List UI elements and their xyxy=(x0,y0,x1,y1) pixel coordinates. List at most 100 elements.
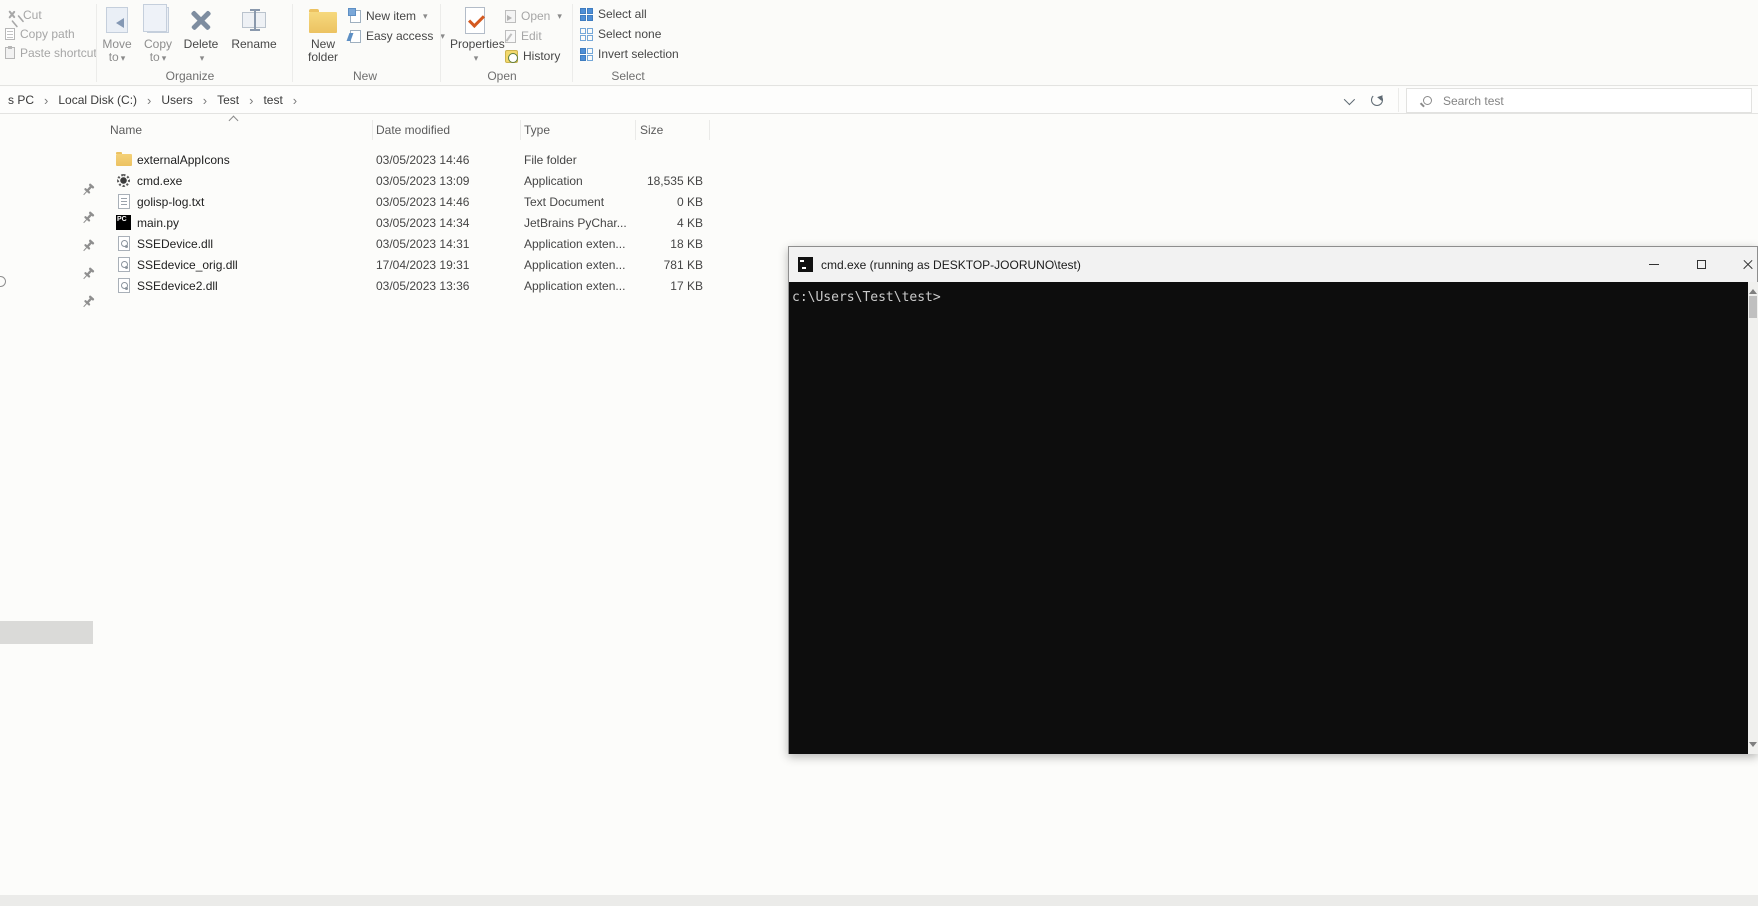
file-size: 4 KB xyxy=(676,216,703,230)
rename-label: Rename xyxy=(231,37,277,51)
minimize-button[interactable] xyxy=(1637,247,1671,282)
column-header-date-modified[interactable]: Date modified xyxy=(376,123,450,137)
breadcrumb-item[interactable]: Users xyxy=(155,93,198,107)
search-input[interactable]: Search test xyxy=(1406,88,1752,113)
delete-x-icon xyxy=(188,7,214,33)
gray-scrollbar-fragment[interactable] xyxy=(0,621,93,644)
dll-file-icon xyxy=(118,257,130,272)
column-divider[interactable] xyxy=(520,120,521,140)
copy-path-button[interactable]: Copy path xyxy=(5,26,75,42)
invert-selection-button[interactable]: Invert selection xyxy=(580,46,679,62)
file-row[interactable]: externalAppIcons 03/05/2023 14:46 File f… xyxy=(95,150,715,171)
edit-label: Edit xyxy=(521,29,542,43)
bottom-edge-strip xyxy=(0,895,1758,906)
breadcrumb-chevron-icon[interactable]: › xyxy=(42,93,50,108)
open-group-label: Open xyxy=(487,69,517,83)
history-button[interactable]: History xyxy=(505,48,560,64)
cmd-window-title: cmd.exe (running as DESKTOP-JOORUNO\test… xyxy=(821,257,1081,272)
console-output[interactable]: c:\Users\Test\test> xyxy=(789,282,1748,754)
scroll-up-icon[interactable] xyxy=(1749,285,1757,294)
easy-access-button[interactable]: Easy access ▾ xyxy=(350,28,445,44)
easy-access-icon xyxy=(350,29,361,43)
close-button[interactable] xyxy=(1731,247,1758,282)
address-band: s PC › Local Disk (C:) › Users › Test › test › Se… xyxy=(0,87,1758,114)
select-none-label: Select none xyxy=(598,27,662,41)
file-type: Application exten... xyxy=(524,258,626,272)
breadcrumb-chevron-icon[interactable]: › xyxy=(201,93,209,108)
refresh-icon[interactable] xyxy=(1371,94,1383,106)
chevron-down-icon: ▾ xyxy=(199,53,205,63)
chevron-down-icon: ▾ xyxy=(161,53,167,63)
select-all-label: Select all xyxy=(598,7,647,21)
breadcrumb-item[interactable]: test xyxy=(257,93,288,107)
file-row[interactable]: PC main.py 03/05/2023 14:34 JetBrains Py… xyxy=(95,213,715,234)
breadcrumb-chevron-icon[interactable]: › xyxy=(247,93,255,108)
open-button[interactable]: Open ▾ xyxy=(505,8,562,24)
move-to-icon xyxy=(106,7,128,33)
file-row[interactable]: SSEDevice.dll 03/05/2023 14:31 Applicati… xyxy=(95,234,715,255)
new-item-icon xyxy=(348,7,361,23)
file-date-modified: 17/04/2023 19:31 xyxy=(376,258,470,272)
breadcrumb-item[interactable]: s PC xyxy=(2,93,40,107)
search-icon xyxy=(1423,96,1432,105)
select-all-icon xyxy=(580,7,593,21)
chevron-down-icon: ▾ xyxy=(120,53,126,63)
cmd-window[interactable]: cmd.exe (running as DESKTOP-JOORUNO\test… xyxy=(788,246,1758,754)
console-scrollbar[interactable] xyxy=(1748,282,1758,754)
folder-file-icon xyxy=(116,152,132,166)
file-row[interactable]: golisp-log.txt 03/05/2023 14:46 Text Doc… xyxy=(95,192,715,213)
ribbon-group-separator xyxy=(572,4,573,82)
column-header-name[interactable]: Name xyxy=(110,123,142,137)
paste-shortcut-button[interactable]: Paste shortcut xyxy=(5,45,97,61)
new-item-button[interactable]: New item ▾ xyxy=(348,7,428,24)
ribbon-group-separator xyxy=(96,4,97,82)
move-to-label-2: to xyxy=(108,50,119,64)
new-group-label: New xyxy=(352,69,377,83)
invert-selection-label: Invert selection xyxy=(598,47,679,61)
chevron-down-icon: ▾ xyxy=(473,53,479,63)
file-row[interactable]: SSEdevice2.dll 03/05/2023 13:36 Applicat… xyxy=(95,276,715,297)
address-dropdown-chevron-icon[interactable] xyxy=(1343,93,1356,106)
invert-selection-icon xyxy=(580,47,593,61)
pin-icon xyxy=(80,210,96,226)
file-type: File folder xyxy=(524,153,577,167)
file-type: Application exten... xyxy=(524,237,626,251)
breadcrumb-chevron-icon[interactable]: › xyxy=(145,93,153,108)
file-row[interactable]: SSEdevice_orig.dll 17/04/2023 19:31 Appl… xyxy=(95,255,715,276)
file-date-modified: 03/05/2023 14:46 xyxy=(376,153,470,167)
scroll-down-icon[interactable] xyxy=(1749,742,1757,751)
maximize-button[interactable] xyxy=(1684,247,1718,282)
file-date-modified: 03/05/2023 14:46 xyxy=(376,195,470,209)
cut-button[interactable]: Cut xyxy=(5,7,42,23)
gear-file-icon xyxy=(117,174,130,187)
file-name: golisp-log.txt xyxy=(137,195,205,209)
file-name: externalAppIcons xyxy=(137,153,230,167)
column-divider[interactable] xyxy=(635,120,636,140)
select-none-button[interactable]: Select none xyxy=(580,26,661,42)
column-divider[interactable] xyxy=(372,120,373,140)
cut-label: Cut xyxy=(23,8,42,22)
file-date-modified: 03/05/2023 13:36 xyxy=(376,279,470,293)
close-icon xyxy=(1743,260,1753,270)
breadcrumb-chevron-icon[interactable]: › xyxy=(291,93,299,108)
move-to-button[interactable]: Move to ▾ xyxy=(98,4,136,65)
column-header-type[interactable]: Type xyxy=(524,123,550,137)
file-row[interactable]: cmd.exe 03/05/2023 13:09 Application 18,… xyxy=(95,171,715,192)
edit-button[interactable]: Edit xyxy=(505,28,542,44)
scrollbar-thumb[interactable] xyxy=(1749,296,1757,318)
new-folder-button[interactable]: New folder xyxy=(300,4,346,64)
select-all-button[interactable]: Select all xyxy=(580,6,647,22)
pycharm-file-icon: PC xyxy=(116,215,131,230)
cmd-titlebar[interactable]: cmd.exe (running as DESKTOP-JOORUNO\test… xyxy=(789,247,1757,282)
rename-button[interactable]: Rename xyxy=(226,4,282,51)
column-header-size[interactable]: Size xyxy=(640,123,663,137)
breadcrumb-item[interactable]: Local Disk (C:) xyxy=(52,93,143,107)
column-divider[interactable] xyxy=(709,120,710,140)
properties-button[interactable]: Properties ▾ xyxy=(450,4,505,65)
new-folder-label-2: folder xyxy=(307,50,339,64)
delete-button[interactable]: Delete ▾ xyxy=(180,4,222,65)
dll-file-icon xyxy=(118,278,130,293)
copy-to-button[interactable]: Copy to ▾ xyxy=(139,4,177,65)
breadcrumb-item[interactable]: Test xyxy=(211,93,245,107)
pycharm-icon-text: PC xyxy=(117,216,127,223)
